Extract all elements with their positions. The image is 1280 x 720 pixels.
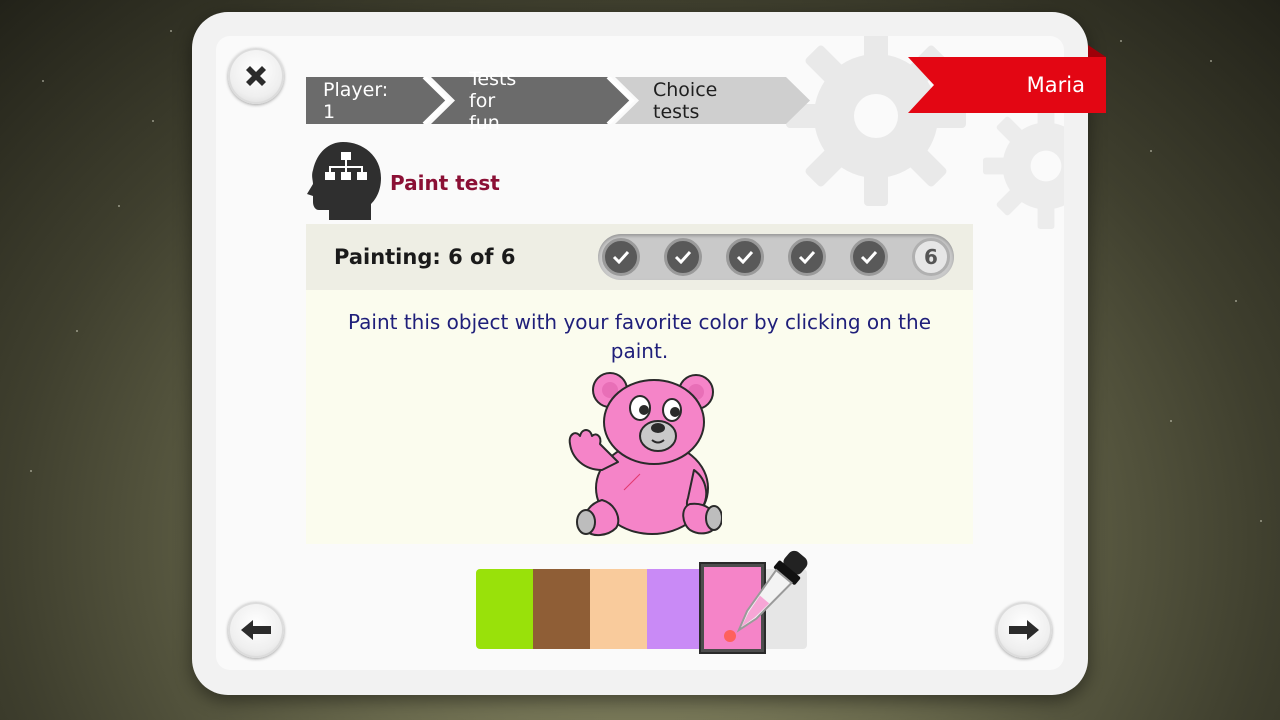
check-icon xyxy=(860,250,878,264)
color-swatch-gray[interactable] xyxy=(760,569,807,649)
check-icon xyxy=(798,250,816,264)
step-complete-2 xyxy=(664,238,702,276)
step-indicator: 6 xyxy=(598,234,954,280)
player-name-ribbon[interactable]: Maria xyxy=(908,57,1106,113)
step-complete-4 xyxy=(788,238,826,276)
step-complete-1 xyxy=(602,238,640,276)
ribbon-fold xyxy=(1088,45,1106,57)
color-swatch-peach[interactable] xyxy=(590,569,647,649)
test-title: Paint test xyxy=(390,171,500,195)
instruction-text: Paint this object with your favorite col… xyxy=(347,310,932,363)
breadcrumb-item-choice-tests[interactable]: Choice tests xyxy=(653,77,717,124)
step-current: 6 xyxy=(912,238,950,276)
arrow-right-icon xyxy=(1009,620,1039,640)
breadcrumb-label: Choice tests xyxy=(653,78,718,123)
gear-decoration-icon xyxy=(983,103,1064,229)
breadcrumb-item-tests-for-fun[interactable]: Tests for fun xyxy=(469,68,516,134)
color-swatch-green[interactable] xyxy=(476,569,533,649)
color-palette xyxy=(476,564,807,652)
step-complete-5 xyxy=(850,238,888,276)
next-button[interactable] xyxy=(996,602,1052,658)
breadcrumb-label: Player: 1 xyxy=(323,78,389,123)
painting-area: Paint this object with your favorite col… xyxy=(306,290,973,544)
head-hierarchy-icon xyxy=(307,142,381,220)
teddy-bear-image[interactable] xyxy=(562,370,722,538)
progress-label: Painting: 6 of 6 xyxy=(334,245,516,269)
close-button[interactable] xyxy=(228,48,284,104)
breadcrumb-item-player[interactable]: Player: 1 xyxy=(323,77,388,124)
color-swatch-brown[interactable] xyxy=(533,569,590,649)
check-icon xyxy=(674,250,692,264)
check-icon xyxy=(736,250,754,264)
breadcrumb-label: Tests for fun xyxy=(469,67,517,134)
close-x-icon xyxy=(246,66,266,86)
arrow-left-icon xyxy=(241,620,271,640)
back-button[interactable] xyxy=(228,602,284,658)
check-icon xyxy=(612,250,630,264)
step-complete-3 xyxy=(726,238,764,276)
progress-header: Painting: 6 of 6 6 xyxy=(306,224,973,290)
color-swatch-pink-selected[interactable] xyxy=(701,564,764,652)
player-name: Maria xyxy=(1026,73,1085,97)
color-swatch-purple[interactable] xyxy=(647,569,703,649)
